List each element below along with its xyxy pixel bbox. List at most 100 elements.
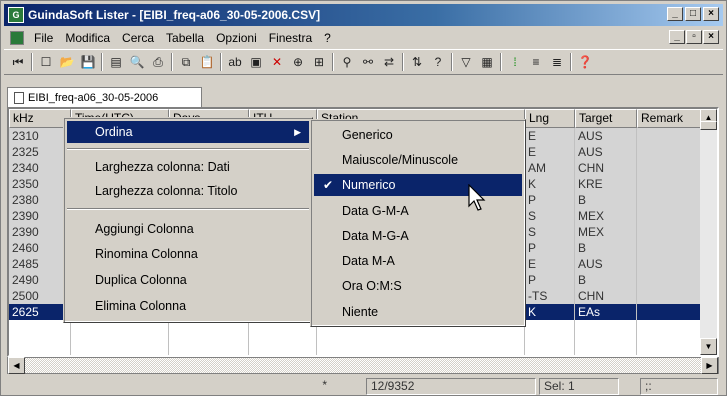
table-cell-target[interactable]: MEX [575,224,637,240]
table-cell-khz[interactable]: 2625 [9,304,71,320]
table-cell-khz[interactable]: 2460 [9,240,71,256]
sort-option-data-ma[interactable]: Data M-A [314,250,522,272]
menu-item-rinomina-colonna[interactable]: Rinomina Colonna [67,243,309,265]
document-tab[interactable]: EIBI_freq-a06_30-05-2006 [7,87,202,107]
help2-icon[interactable]: ❓ [577,54,593,70]
copy-icon[interactable]: ⧉ [178,54,194,70]
table-cell-target[interactable]: AUS [575,144,637,160]
sort-option-numerico[interactable]: ✔ Numerico [314,174,522,196]
vertical-scrollbar[interactable]: ▲ ▼ [700,109,717,355]
table-cell-lng[interactable]: E [525,144,575,160]
table-cell-khz[interactable]: 2380 [9,192,71,208]
sort-option-ora[interactable]: Ora O:M:S [314,275,522,297]
filter-edit-icon[interactable]: ▦ [479,54,495,70]
menu-modifica[interactable]: Modifica [59,31,116,45]
print-icon[interactable]: ⎙ [150,54,166,70]
column-header-remark[interactable]: Remark [637,109,703,128]
table-cell-lng[interactable]: S [525,208,575,224]
table-cell-target[interactable]: B [575,192,637,208]
doc-minimize-button[interactable]: _ [669,30,685,44]
doc-close-button[interactable]: × [703,30,719,44]
table-cell-lng[interactable]: E [525,256,575,272]
table-cell-target[interactable]: MEX [575,208,637,224]
first-record-icon[interactable]: ⏮ [10,54,26,70]
sort-option-maiuscole[interactable]: Maiuscole/Minuscole [314,149,522,171]
save-icon[interactable]: 💾 [80,54,96,70]
column-header-target[interactable]: Target [575,109,637,128]
table-cell-khz[interactable]: 2490 [9,272,71,288]
menu-help[interactable]: ? [318,31,337,45]
menu-finestra[interactable]: Finestra [263,31,318,45]
table-cell-khz[interactable]: 2310 [9,128,71,144]
new-icon[interactable]: ☐ [38,54,54,70]
minimize-button[interactable]: _ [667,7,683,21]
close-button[interactable]: × [703,7,719,21]
align-right-icon[interactable]: ≣ [549,54,565,70]
table-cell-target[interactable]: CHN [575,288,637,304]
column-header-khz[interactable]: kHz [9,109,71,128]
table-cell-target[interactable]: CHN [575,160,637,176]
menu-item-duplica-colonna[interactable]: Duplica Colonna [67,269,309,291]
table-cell-khz[interactable]: 2325 [9,144,71,160]
menu-tabella[interactable]: Tabella [160,31,210,45]
replace-icon[interactable]: ▣ [248,54,264,70]
table-cell-khz[interactable]: 2390 [9,224,71,240]
find-next-icon[interactable]: ⚯ [360,54,376,70]
print-preview-icon[interactable]: 🔍 [129,54,145,70]
table-cell-lng[interactable]: E [525,128,575,144]
horizontal-scrollbar[interactable]: ◀ ▶ [7,357,719,374]
columns-icon[interactable]: ⁞ [507,54,523,70]
title-bar[interactable]: G GuindaSoft Lister - [EIBI_freq-a06_30-… [4,4,723,26]
table-cell-target[interactable]: AUS [575,128,637,144]
menu-file[interactable]: File [28,31,59,45]
sort-option-generico[interactable]: Generico [314,124,522,146]
table-cell-lng[interactable]: P [525,272,575,288]
sort-option-niente[interactable]: Niente [314,301,522,323]
menu-item-larghezza-dati[interactable]: Larghezza colonna: Dati [67,156,309,178]
edit-field-icon[interactable]: ab [227,54,243,70]
menu-cerca[interactable]: Cerca [116,31,160,45]
maximize-button[interactable]: □ [685,7,701,21]
delete-icon[interactable]: ✕ [269,54,285,70]
menu-item-elimina-colonna[interactable]: Elimina Colonna [67,295,309,317]
scroll-right-button[interactable]: ▶ [701,357,718,374]
scroll-left-button[interactable]: ◀ [8,357,25,374]
table-cell-khz[interactable]: 2485 [9,256,71,272]
help-icon[interactable]: ? [430,54,446,70]
table-cell-lng[interactable]: K [525,176,575,192]
table-cell-lng[interactable]: S [525,224,575,240]
paste-icon[interactable]: 📋 [199,54,215,70]
sort-option-data-mga[interactable]: Data M-G-A [314,225,522,247]
table-cell-target[interactable]: AUS [575,256,637,272]
menu-opzioni[interactable]: Opzioni [210,31,263,45]
open-icon[interactable]: 📂 [59,54,75,70]
find-icon[interactable]: ⚲ [339,54,355,70]
table-cell-lng[interactable]: P [525,240,575,256]
document-system-icon[interactable] [10,31,24,45]
scroll-thumb[interactable] [700,121,717,130]
align-left-icon[interactable]: ≡ [528,54,544,70]
table-cell-target[interactable]: EAs [575,304,637,320]
table-cell-target[interactable]: B [575,272,637,288]
table-cell-lng[interactable]: -TS [525,288,575,304]
menu-item-ordina[interactable]: Ordina ▶ [67,121,309,143]
menu-item-aggiungi-colonna[interactable]: Aggiungi Colonna [67,218,309,240]
table-cell-lng[interactable]: AM [525,160,575,176]
table-cell-target[interactable]: B [575,240,637,256]
table-cell-lng[interactable]: P [525,192,575,208]
scroll-down-button[interactable]: ▼ [700,338,717,355]
doc-restore-button[interactable]: ▫ [686,30,702,44]
insert-row-icon[interactable]: ⊞ [311,54,327,70]
table-cell-lng[interactable]: K [525,304,575,320]
table-cell-khz[interactable]: 2500 [9,288,71,304]
sort-option-data-gma[interactable]: Data G-M-A [314,200,522,222]
find-replace-icon[interactable]: ⇄ [381,54,397,70]
sort-icon[interactable]: ⇅ [409,54,425,70]
column-header-lng[interactable]: Lng [525,109,575,128]
menu-item-larghezza-titolo[interactable]: Larghezza colonna: Titolo [67,180,309,202]
table-cell-khz[interactable]: 2340 [9,160,71,176]
table-cell-khz[interactable]: 2350 [9,176,71,192]
insert-icon[interactable]: ⊕ [290,54,306,70]
table-cell-target[interactable]: KRE [575,176,637,192]
properties-icon[interactable]: ▤ [108,54,124,70]
